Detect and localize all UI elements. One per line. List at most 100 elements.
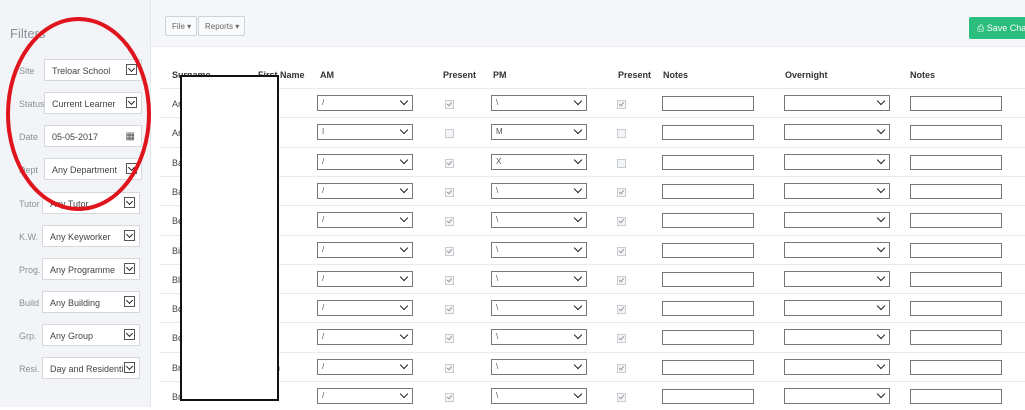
pm-present-checkbox[interactable] [617,158,626,168]
overnight-select[interactable] [784,153,890,170]
pm-mark-select[interactable]: \ [491,182,587,199]
overnight-notes-input[interactable] [910,359,1002,375]
am-present-checkbox[interactable] [445,158,454,168]
overnight-select[interactable] [784,300,890,317]
am-present-checkbox[interactable] [445,187,454,197]
pm-mark-select[interactable]: \ [491,388,587,404]
am-present-checkbox[interactable] [445,334,454,344]
file-menu-button[interactable]: File ▾ [165,16,198,36]
pm-mark-select[interactable]: M [491,124,587,141]
pm-mark-select[interactable]: \ [491,270,587,287]
residential-select[interactable]: Day and Residential [42,357,140,379]
filter-value: Any Building [50,298,101,308]
pm-mark-select[interactable]: \ [491,241,587,258]
pm-present-checkbox[interactable] [617,187,626,197]
notes-input[interactable] [662,96,754,111]
overnight-select[interactable] [784,358,890,375]
overnight-select[interactable] [784,329,890,346]
overnight-select[interactable] [784,212,890,229]
pm-present-checkbox[interactable] [617,393,626,402]
am-mark-select[interactable]: / [317,153,413,170]
overnight-notes-input[interactable] [910,330,1002,346]
overnight-notes-input[interactable] [910,96,1002,111]
reports-menu-button[interactable]: Reports ▾ [198,16,246,36]
overnight-select[interactable] [784,270,890,287]
chevron-down-icon [876,155,886,164]
am-mark-value: / [322,215,325,225]
am-present-checkbox[interactable] [445,246,454,256]
overnight-notes-input[interactable] [910,154,1002,170]
am-present-checkbox[interactable] [445,129,454,139]
notes-input[interactable] [662,359,754,375]
notes-input[interactable] [662,183,754,199]
am-present-checkbox[interactable] [445,100,454,109]
chevron-down-icon [124,263,135,274]
group-select[interactable]: Any Group [42,324,140,346]
overnight-notes-input[interactable] [910,213,1002,229]
pm-present-checkbox[interactable] [617,275,626,285]
notes-input[interactable] [662,125,754,141]
am-present-checkbox[interactable] [445,275,454,285]
pm-present-checkbox[interactable] [617,100,626,109]
pm-mark-select[interactable]: \ [491,329,587,346]
overnight-notes-input[interactable] [910,271,1002,287]
am-present-checkbox[interactable] [445,217,454,227]
pm-mark-select[interactable]: X [491,153,587,170]
overnight-notes-input[interactable] [910,389,1002,404]
building-select[interactable]: Any Building [42,291,140,313]
pm-mark-select[interactable]: \ [491,95,587,111]
overnight-notes-input[interactable] [910,125,1002,141]
am-mark-select[interactable]: / [317,329,413,346]
programme-select[interactable]: Any Programme [42,258,140,280]
am-mark-select[interactable]: / [317,241,413,258]
surname-cell: Bl [172,274,181,285]
am-mark-select[interactable]: / [317,358,413,375]
pm-present-checkbox[interactable] [617,334,626,344]
overnight-select[interactable] [784,95,890,111]
am-present-checkbox[interactable] [445,305,454,315]
pm-mark-select[interactable]: \ [491,300,587,317]
keyworker-select[interactable]: Any Keyworker [42,225,140,247]
am-mark-value: / [322,156,325,166]
overnight-notes-input[interactable] [910,301,1002,317]
overnight-select[interactable] [784,388,890,404]
am-mark-select[interactable]: / [317,212,413,229]
am-mark-select[interactable]: / [317,182,413,199]
am-mark-select[interactable]: / [317,270,413,287]
pm-present-checkbox[interactable] [617,246,626,256]
notes-input[interactable] [662,213,754,229]
overnight-notes-input[interactable] [910,242,1002,258]
overnight-select[interactable] [784,182,890,199]
filter-label: Prog. [19,265,41,275]
pm-present-checkbox[interactable] [617,217,626,227]
chevron-down-icon [876,272,886,282]
am-mark-select[interactable]: I [317,124,413,141]
am-present-checkbox[interactable] [445,393,454,402]
overnight-select[interactable] [784,241,890,258]
pm-mark-select[interactable]: \ [491,358,587,375]
chevron-down-icon [399,184,409,194]
chevron-down-icon [573,184,583,194]
filter-value: Any Keyworker [50,232,111,242]
overnight-select[interactable] [784,124,890,141]
am-mark-select[interactable]: / [317,388,413,404]
notes-input[interactable] [662,389,754,404]
overnight-notes-input[interactable] [910,183,1002,199]
pm-present-checkbox[interactable] [617,129,626,139]
am-mark-select[interactable]: / [317,95,413,111]
am-mark-select[interactable]: / [317,300,413,317]
notes-input[interactable] [662,271,754,287]
notes-input[interactable] [662,330,754,346]
chevron-down-icon [876,96,886,106]
notes-input[interactable] [662,154,754,170]
am-present-checkbox[interactable] [445,363,454,373]
pm-mark-value: \ [496,303,499,313]
header-present-am: Present [443,70,477,80]
table-row: Be / \ [160,205,1025,234]
pm-present-checkbox[interactable] [617,363,626,373]
save-changes-button[interactable]: ⎙ Save Changes [969,17,1025,39]
pm-present-checkbox[interactable] [617,305,626,315]
pm-mark-select[interactable]: \ [491,212,587,229]
notes-input[interactable] [662,242,754,258]
notes-input[interactable] [662,301,754,317]
